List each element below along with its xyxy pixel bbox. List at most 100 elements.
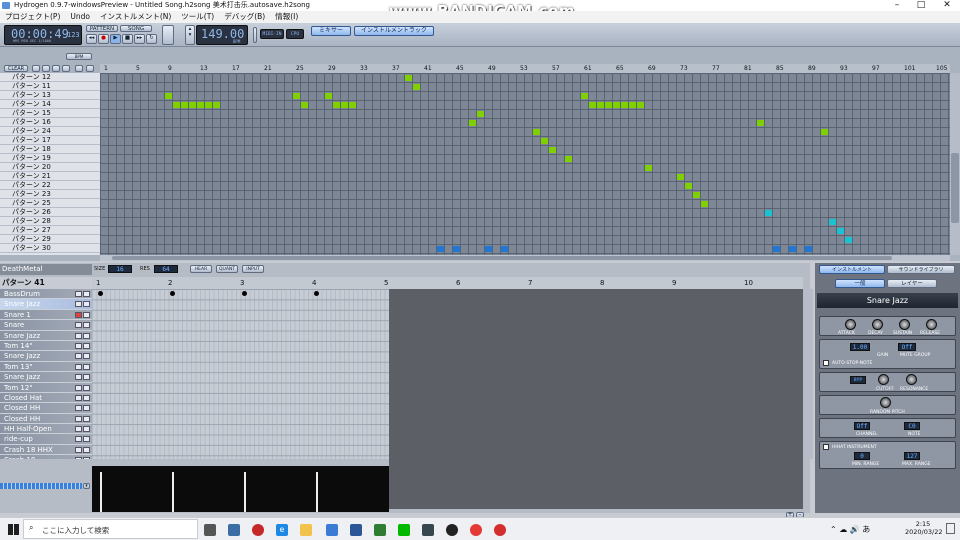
menu-instrument[interactable]: インストルメント(N) [95, 11, 176, 23]
song-cell[interactable] [693, 192, 700, 198]
solo-button[interactable] [75, 394, 82, 401]
song-cell[interactable] [213, 102, 220, 108]
filter-bypass-button[interactable]: BYP [850, 376, 866, 384]
loop-button[interactable]: ↻ [146, 34, 157, 44]
hear-button[interactable]: HEAR [190, 265, 212, 273]
app-taskbar-icon-2[interactable] [374, 524, 386, 536]
solo-button[interactable] [75, 415, 82, 422]
song-cell[interactable] [581, 93, 588, 99]
song-cell[interactable] [597, 102, 604, 108]
pattern-ruler[interactable]: 1 2 3 4 5 6 7 8 9 10 [92, 277, 803, 289]
instrument-list-item[interactable]: HH Half-Open [0, 424, 92, 435]
velocity-editor[interactable] [92, 466, 389, 512]
quant-button[interactable]: QUANT [216, 265, 238, 273]
attack-knob[interactable] [845, 319, 856, 330]
song-cell[interactable] [205, 102, 212, 108]
solo-button[interactable] [75, 301, 82, 308]
mute-button[interactable] [83, 446, 90, 453]
song-cell[interactable] [613, 102, 620, 108]
instrument-list-item[interactable]: Crash 18 HHX [0, 444, 92, 456]
note[interactable] [314, 291, 319, 296]
song-cell[interactable] [165, 93, 172, 99]
mute-button[interactable] [83, 311, 90, 318]
velocity-bar[interactable] [244, 472, 246, 512]
solo-button[interactable] [75, 446, 82, 453]
mail-icon[interactable] [350, 524, 362, 536]
pattern-list-item[interactable]: パターン 23 [0, 190, 100, 199]
channel-value[interactable]: Off [854, 422, 870, 430]
menu-undo[interactable]: Undo [65, 11, 95, 23]
release-knob[interactable] [926, 319, 937, 330]
song-cell[interactable] [349, 102, 356, 108]
song-cell[interactable] [501, 246, 508, 252]
min-range-value[interactable]: 0 [854, 452, 870, 460]
mute-button[interactable] [83, 426, 90, 433]
pattern-list-item[interactable]: パターン 26 [0, 208, 100, 217]
store-icon[interactable] [326, 524, 338, 536]
song-cell[interactable] [477, 111, 484, 117]
resonance-knob[interactable] [906, 374, 917, 385]
play-button[interactable]: ▶ [110, 34, 121, 44]
forward-button[interactable]: ▸▸ [134, 34, 145, 44]
edge-browser-icon[interactable]: e [276, 524, 288, 536]
pattern-list-item[interactable]: パターン 21 [0, 172, 100, 181]
song-cell[interactable] [789, 246, 796, 252]
instrument-list-item[interactable]: Snare 1 [0, 309, 92, 321]
mute-button[interactable] [83, 363, 90, 370]
pattern-list-item[interactable]: パターン 28 [0, 217, 100, 226]
tab-sound-library[interactable]: サウンドライブラリ [887, 265, 955, 274]
velocity-bar[interactable] [172, 472, 174, 512]
instrument-list-item[interactable]: Tom 14" [0, 340, 92, 352]
pattern-list-item[interactable]: パターン 22 [0, 181, 100, 190]
song-tool-3[interactable] [52, 65, 60, 72]
menu-project[interactable]: プロジェクト(P) [0, 11, 65, 23]
instrument-list-item[interactable]: Closed HH [0, 413, 92, 425]
song-tool-4[interactable] [62, 65, 70, 72]
pattern-list-item[interactable]: パターン 25 [0, 199, 100, 208]
record-app-icon[interactable] [252, 524, 264, 536]
scroll-thumb[interactable] [112, 256, 892, 260]
pattern-list-item[interactable]: パターン 29 [0, 235, 100, 244]
mute-button[interactable] [83, 342, 90, 349]
song-vertical-scrollbar[interactable] [950, 73, 960, 255]
song-cell[interactable] [565, 156, 572, 162]
instrument-list-item[interactable]: Tom 12" [0, 382, 92, 393]
res-value[interactable]: 64 [154, 265, 178, 273]
song-cell[interactable] [189, 102, 196, 108]
velocity-bar[interactable] [100, 472, 102, 512]
size-value[interactable]: 16 [108, 265, 132, 273]
note-value[interactable]: C0 [904, 422, 920, 430]
gain-value[interactable]: 1.00 [850, 343, 870, 351]
maximize-button[interactable]: □ [912, 0, 930, 11]
instrument-list-item[interactable]: Snare Jazz [0, 351, 92, 362]
tab-instrument[interactable]: インストルメント [819, 265, 885, 274]
taskbar-search[interactable]: ⌕ ここに入力して検索 [23, 519, 198, 539]
instrument-list-item[interactable]: BassDrum [0, 289, 92, 300]
menu-info[interactable]: 情報(I) [270, 11, 303, 23]
song-cell[interactable] [645, 165, 652, 171]
song-mode-button[interactable]: SONG [120, 25, 152, 32]
song-cell[interactable] [621, 102, 628, 108]
mute-button[interactable] [83, 332, 90, 339]
mute-button[interactable] [83, 457, 90, 459]
note[interactable] [98, 291, 103, 296]
song-cell[interactable] [333, 102, 340, 108]
instrument-list-item[interactable]: ride-cup [0, 434, 92, 445]
mixer-button[interactable]: ミキサー [311, 26, 351, 36]
file-explorer-icon[interactable] [300, 524, 312, 536]
solo-button[interactable] [75, 405, 82, 412]
tab-general[interactable]: 一般 [835, 279, 885, 288]
song-cell[interactable] [685, 183, 692, 189]
song-grid[interactable] [100, 73, 950, 255]
song-cell[interactable] [605, 102, 612, 108]
solo-button[interactable] [75, 291, 82, 297]
mute-group-value[interactable]: Off [898, 343, 916, 351]
rewind-button[interactable]: ◂◂ [86, 34, 97, 44]
pattern-mode-button[interactable]: PATTERN [86, 25, 118, 32]
draw-mode-button[interactable] [75, 65, 83, 72]
note-grid[interactable] [92, 289, 389, 459]
minimize-button[interactable]: – [888, 0, 906, 11]
decay-knob[interactable] [872, 319, 883, 330]
pattern-list-item[interactable]: パターン 30 [0, 244, 100, 253]
solo-button[interactable] [75, 342, 82, 349]
